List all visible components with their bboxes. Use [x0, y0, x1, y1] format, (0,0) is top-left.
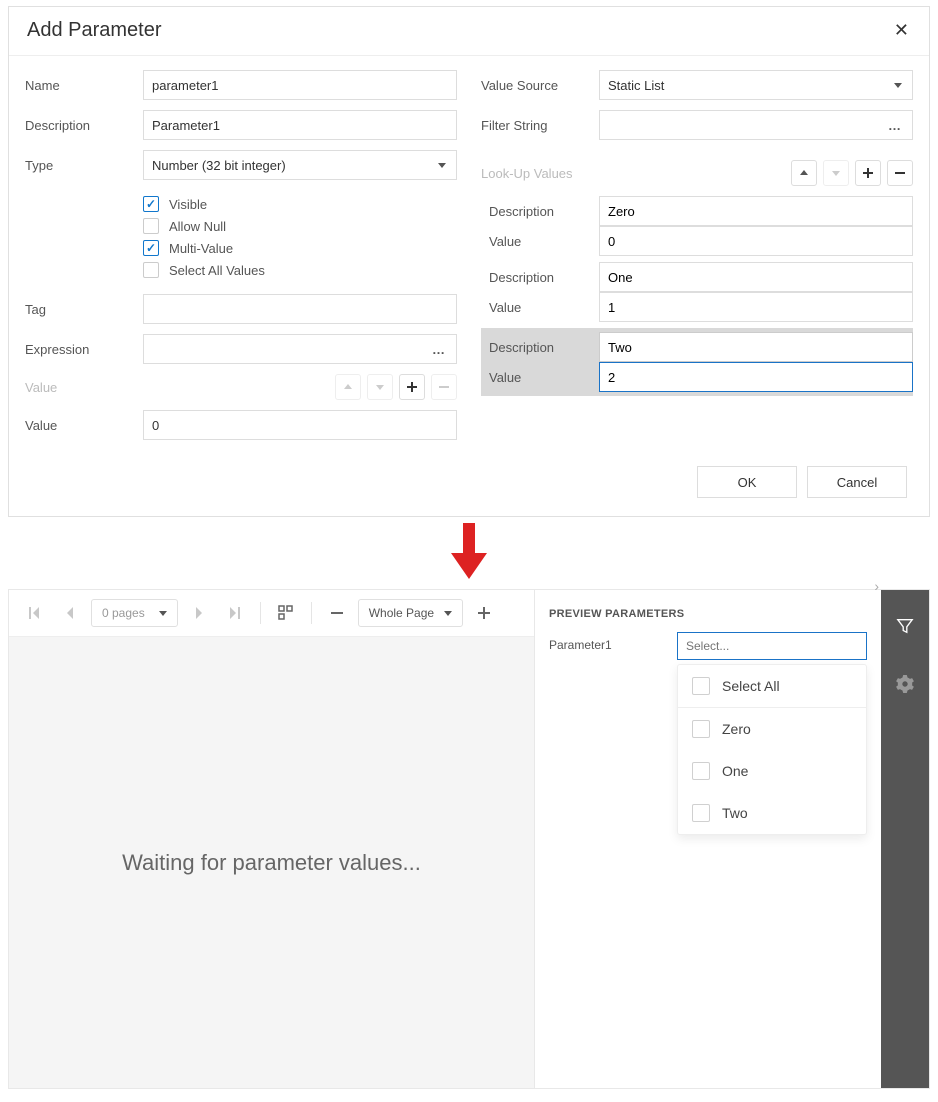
lookup-remove-button[interactable] [887, 160, 913, 186]
first-page-button [19, 598, 49, 628]
ellipsis-icon: … [888, 118, 902, 133]
lookup-move-up-button[interactable] [791, 160, 817, 186]
value-input[interactable] [143, 410, 457, 440]
param-dropdown: Select All Zero One Two [677, 664, 867, 835]
select-all-checkbox[interactable] [143, 262, 159, 278]
multipage-button[interactable] [271, 598, 301, 628]
chevron-down-icon [894, 83, 902, 88]
dialog-title: Add Parameter [27, 19, 162, 42]
lookup-desc-label: Description [481, 270, 599, 285]
lookup-val-label: Value [481, 300, 599, 315]
multi-value-checkbox[interactable] [143, 240, 159, 256]
multi-value-label: Multi-Value [169, 241, 233, 256]
select-all-label: Select All Values [169, 263, 265, 278]
lookup-val-input[interactable] [599, 292, 913, 322]
value-source-select[interactable]: Static List [599, 70, 913, 100]
preview-pane: 0 pages Whole Page Waiting for parameter… [8, 589, 930, 1089]
label-filter-string: Filter String [481, 118, 599, 133]
gear-icon[interactable] [881, 664, 929, 704]
zoom-in-button[interactable] [469, 598, 499, 628]
checkbox-icon [692, 677, 710, 695]
dropdown-item[interactable]: Two [678, 792, 866, 834]
page-selector[interactable]: 0 pages [91, 599, 178, 627]
label-type: Type [25, 158, 143, 173]
lookup-list: Description Value Description Value Desc… [481, 196, 913, 396]
arrow-down-icon [0, 517, 938, 589]
add-parameter-dialog: Add Parameter ✕ Name Description Type [8, 6, 930, 517]
type-select[interactable]: Number (32 bit integer) [143, 150, 457, 180]
chevron-down-icon [159, 611, 167, 616]
lookup-val-label: Value [481, 234, 599, 249]
dropdown-item-select-all[interactable]: Select All [678, 665, 866, 708]
lookup-desc-input[interactable] [599, 332, 913, 362]
lookup-val-label: Value [481, 370, 599, 385]
last-page-button [220, 598, 250, 628]
ok-button[interactable]: OK [697, 466, 797, 498]
zoom-select[interactable]: Whole Page [358, 599, 463, 627]
value-move-up-button [335, 374, 361, 400]
visible-checkbox[interactable] [143, 196, 159, 212]
panel-title: PREVIEW PARAMETERS [535, 590, 881, 632]
dropdown-item-label: One [722, 763, 748, 779]
ellipsis-icon: … [432, 342, 446, 357]
label-lookup: Look-Up Values [481, 166, 599, 181]
name-input[interactable] [143, 70, 457, 100]
preview-viewer: 0 pages Whole Page Waiting for parameter… [9, 590, 535, 1088]
value-source-value: Static List [608, 78, 664, 93]
value-remove-button [431, 374, 457, 400]
label-value-source: Value Source [481, 78, 599, 93]
zoom-value: Whole Page [369, 606, 434, 620]
preview-sidebar [881, 590, 929, 1088]
value-add-button[interactable] [399, 374, 425, 400]
expression-editor[interactable]: … [143, 334, 457, 364]
collapse-panel-icon[interactable]: › [874, 578, 879, 594]
label-name: Name [25, 78, 143, 93]
param-label: Parameter1 [549, 632, 667, 652]
close-icon[interactable]: ✕ [890, 17, 913, 43]
checkbox-icon [692, 804, 710, 822]
lookup-desc-input[interactable] [599, 262, 913, 292]
allow-null-checkbox[interactable] [143, 218, 159, 234]
dialog-right-column: Value Source Static List Filter String …… [481, 70, 913, 450]
dropdown-item-label: Zero [722, 721, 751, 737]
allow-null-label: Allow Null [169, 219, 226, 234]
label-tag: Tag [25, 302, 143, 317]
prev-page-button [55, 598, 85, 628]
lookup-val-input[interactable] [599, 362, 913, 392]
label-expression: Expression [25, 342, 143, 357]
checkbox-icon [692, 720, 710, 738]
tag-input[interactable] [143, 294, 457, 324]
chevron-down-icon [438, 163, 446, 168]
checkbox-icon [692, 762, 710, 780]
param-select-input[interactable] [677, 632, 867, 660]
dropdown-item[interactable]: Zero [678, 708, 866, 750]
preview-parameters-panel: › PREVIEW PARAMETERS Parameter1 Select A… [535, 590, 881, 1088]
dialog-left-column: Name Description Type Number (32 bit int… [25, 70, 457, 450]
lookup-desc-input[interactable] [599, 196, 913, 226]
zoom-out-button[interactable] [322, 598, 352, 628]
preview-toolbar: 0 pages Whole Page [9, 590, 534, 637]
type-select-value: Number (32 bit integer) [152, 158, 286, 173]
dropdown-item-label: Two [722, 805, 748, 821]
dropdown-item[interactable]: One [678, 750, 866, 792]
waiting-message: Waiting for parameter values... [9, 637, 534, 1088]
next-page-button [184, 598, 214, 628]
label-value: Value [25, 418, 143, 433]
lookup-move-down-button [823, 160, 849, 186]
visible-label: Visible [169, 197, 207, 212]
chevron-down-icon [444, 611, 452, 616]
cancel-button[interactable]: Cancel [807, 466, 907, 498]
label-description: Description [25, 118, 143, 133]
label-value-hdr: Value [25, 380, 143, 395]
dropdown-item-label: Select All [722, 678, 780, 694]
description-input[interactable] [143, 110, 457, 140]
lookup-desc-label: Description [481, 340, 599, 355]
page-count: 0 pages [102, 606, 145, 620]
lookup-val-input[interactable] [599, 226, 913, 256]
lookup-add-button[interactable] [855, 160, 881, 186]
value-move-down-button [367, 374, 393, 400]
filter-icon[interactable] [881, 606, 929, 646]
lookup-desc-label: Description [481, 204, 599, 219]
filter-string-editor[interactable]: … [599, 110, 913, 140]
